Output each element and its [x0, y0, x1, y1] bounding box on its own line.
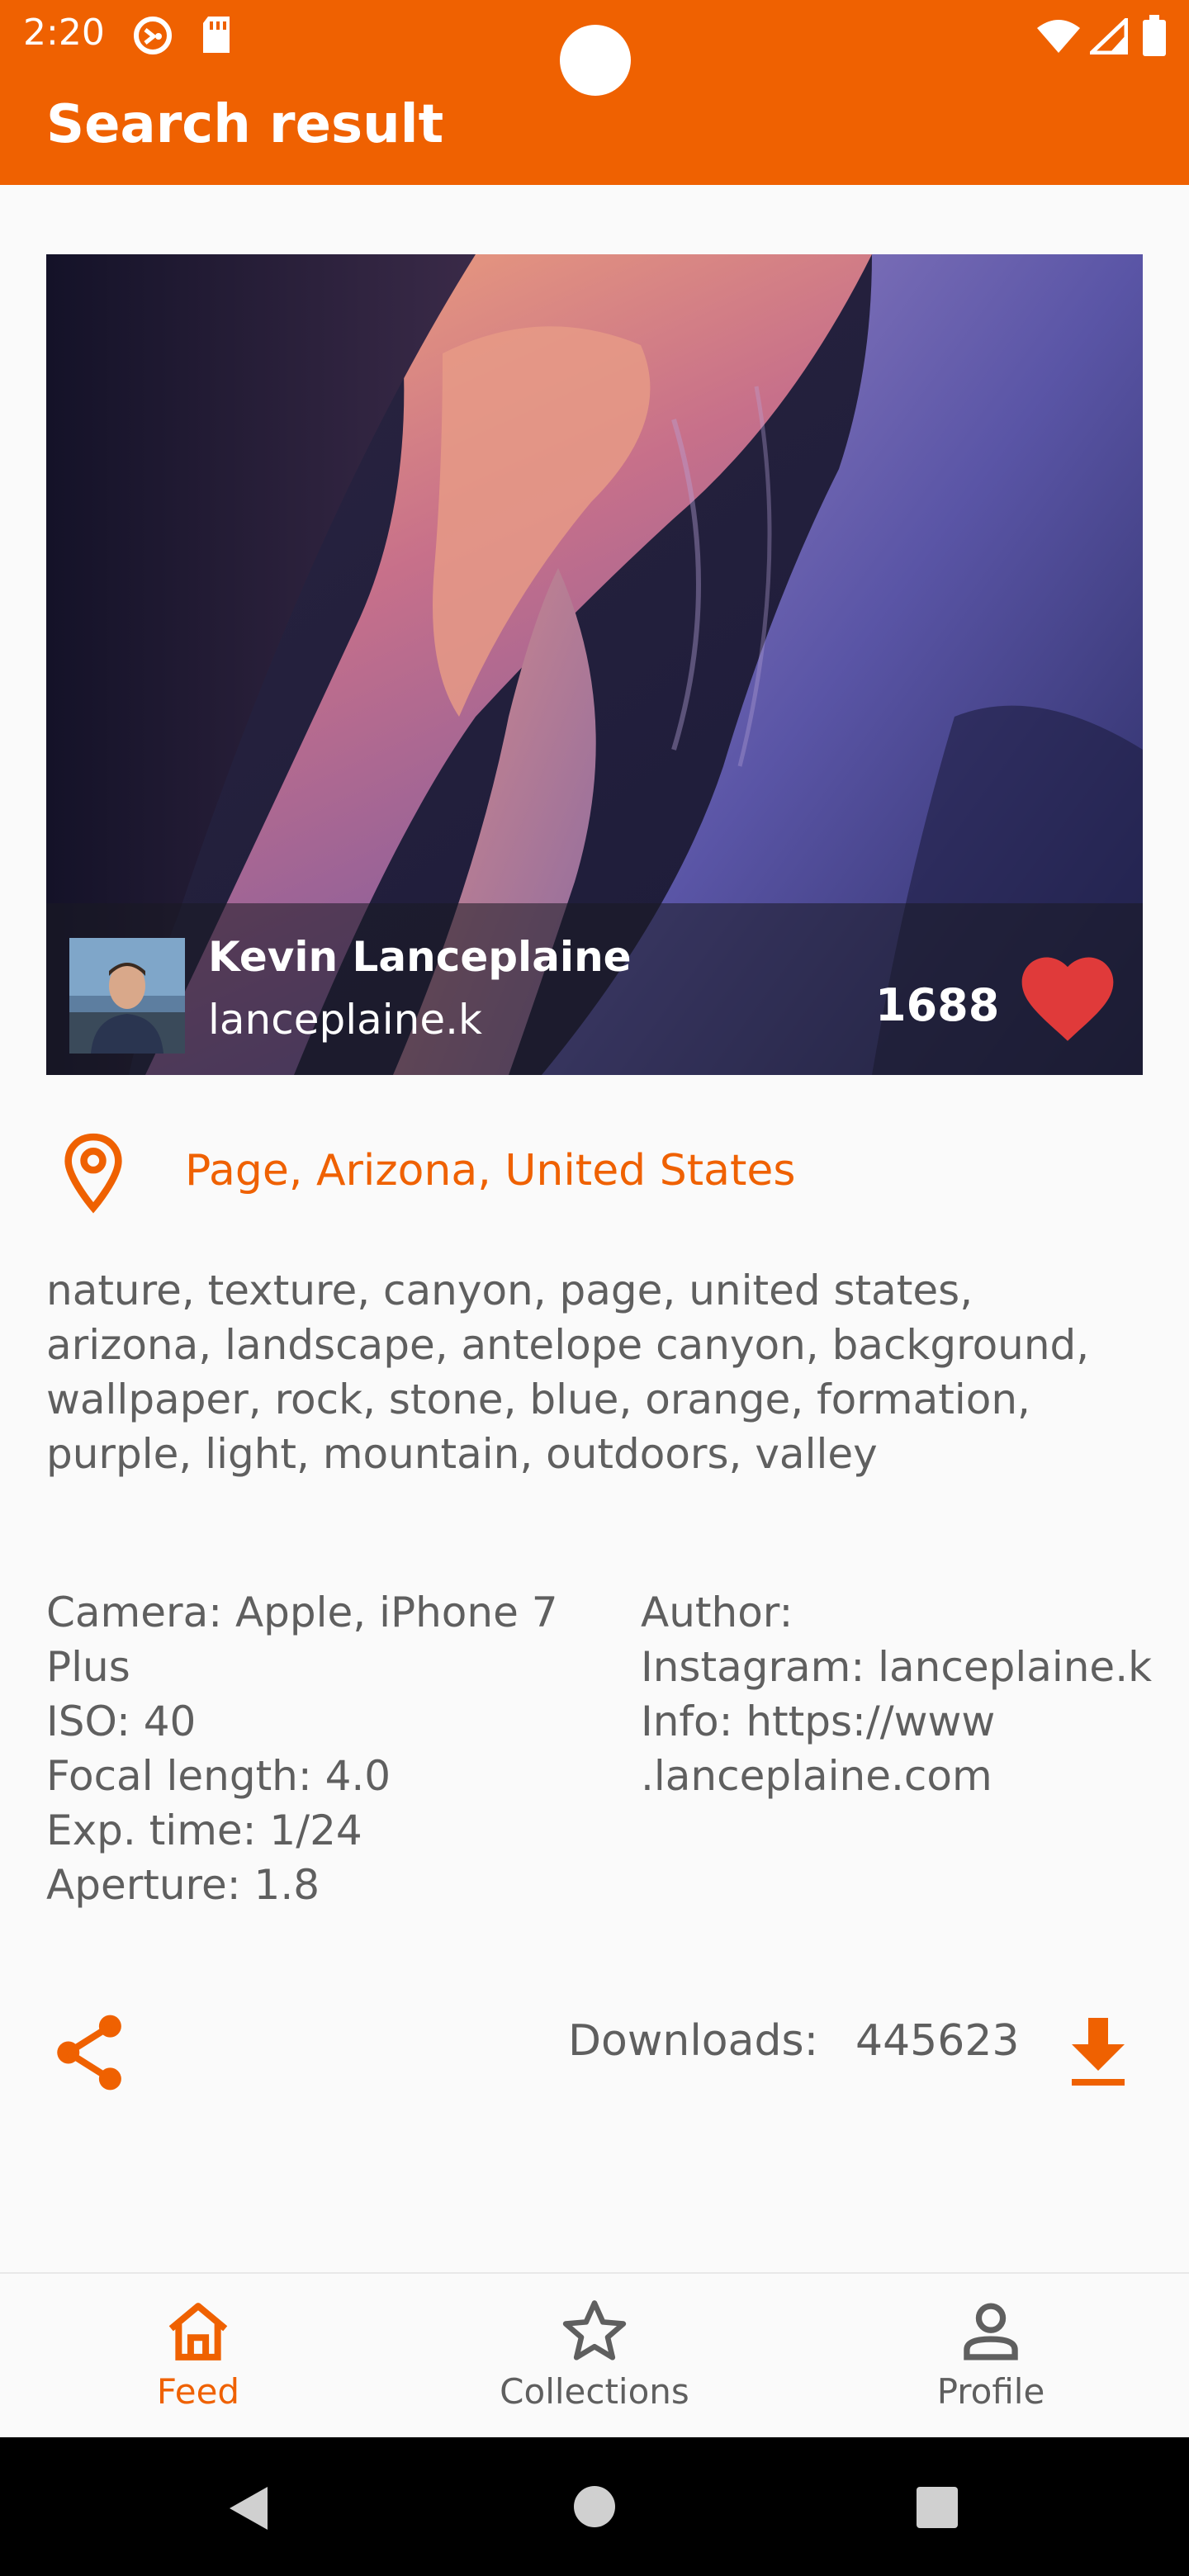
- home-icon: [168, 2303, 228, 2361]
- nav-feed[interactable]: Feed: [0, 2274, 396, 2436]
- tag[interactable]: background: [832, 1321, 1077, 1369]
- tag[interactable]: texture: [208, 1267, 358, 1314]
- tags-line-2: arizona, landscape, antelope canyon, bac…: [46, 1321, 1090, 1369]
- tag[interactable]: formation: [817, 1376, 1017, 1423]
- star-icon: [562, 2300, 627, 2361]
- tag[interactable]: antelope canyon: [462, 1321, 806, 1369]
- download-icon[interactable]: [1065, 2015, 1131, 2087]
- author-username[interactable]: lanceplaine.k: [208, 996, 482, 1044]
- bottom-navigation: Feed Collections Profile: [0, 2272, 1189, 2436]
- home-button-icon[interactable]: [573, 2485, 616, 2528]
- camera-cutout: [560, 25, 631, 96]
- focal-length-text: Focal length: 4.0: [46, 1752, 391, 1800]
- tag[interactable]: rock: [275, 1376, 363, 1423]
- author-info: Author: Instagram: lanceplaine.k Info: h…: [641, 1585, 1169, 1803]
- nav-label-feed: Feed: [156, 2371, 240, 2412]
- tag[interactable]: mountain: [323, 1430, 520, 1478]
- recents-icon[interactable]: [917, 2487, 958, 2528]
- tag[interactable]: valley: [755, 1430, 877, 1478]
- page-title: Search result: [46, 94, 444, 155]
- author-name[interactable]: Kevin Lanceplaine: [208, 933, 632, 981]
- tag[interactable]: stone: [389, 1376, 504, 1423]
- sd-card-icon: [200, 15, 233, 58]
- tag[interactable]: arizona: [46, 1321, 198, 1369]
- photo-card[interactable]: Kevin Lanceplaine lanceplaine.k 1688: [46, 254, 1143, 1075]
- instagram-text[interactable]: Instagram: lanceplaine.k: [641, 1640, 1169, 1694]
- tag[interactable]: landscape: [225, 1321, 435, 1369]
- location-text[interactable]: Page, Arizona, United States: [185, 1146, 795, 1196]
- tag[interactable]: outdoors: [546, 1430, 728, 1478]
- nav-profile[interactable]: Profile: [793, 2274, 1189, 2436]
- tags-line-4: purple, light, mountain, outdoors, valle…: [46, 1430, 878, 1478]
- app-bar: 2:20 Search result: [0, 0, 1189, 185]
- exif-info: Camera: Apple, iPhone 7 Plus ISO: 40 Foc…: [46, 1585, 575, 1912]
- share-icon[interactable]: [53, 2011, 127, 2094]
- likes-count: 1688: [875, 979, 1000, 1031]
- tag[interactable]: purple: [46, 1430, 178, 1478]
- tag[interactable]: light: [205, 1430, 296, 1478]
- nav-label-profile: Profile: [936, 2371, 1045, 2412]
- battery-icon: [1143, 15, 1166, 59]
- downloads-count: 445623: [855, 2016, 1020, 2066]
- tags-list: nature, texture, canyon, page, united st…: [46, 1263, 1144, 1481]
- signal-icon: [1086, 15, 1129, 58]
- avatar[interactable]: [69, 938, 185, 1054]
- status-time: 2:20: [23, 12, 105, 54]
- system-navigation-bar: [0, 2437, 1189, 2576]
- exposure-text: Exp. time: 1/24: [46, 1807, 362, 1854]
- heart-icon[interactable]: [1014, 949, 1121, 1045]
- tag[interactable]: canyon: [383, 1267, 533, 1314]
- tag[interactable]: page: [560, 1267, 663, 1314]
- tag[interactable]: united states: [689, 1267, 959, 1314]
- info-link-cont[interactable]: .lanceplaine.com: [641, 1749, 1169, 1803]
- nav-label-collections: Collections: [500, 2371, 689, 2412]
- camera-text-cont: Plus: [46, 1643, 130, 1691]
- camera-text: Camera: Apple, iPhone 7: [46, 1589, 558, 1636]
- tag[interactable]: orange: [645, 1376, 790, 1423]
- tag[interactable]: nature: [46, 1267, 182, 1314]
- tag[interactable]: blue: [529, 1376, 618, 1423]
- tags-line-1: nature, texture, canyon, page, united st…: [46, 1267, 973, 1314]
- info-link[interactable]: Info: https://www: [641, 1694, 1169, 1749]
- sync-icon: [132, 15, 173, 59]
- downloads-label: Downloads:: [568, 2016, 819, 2066]
- photo-info-overlay: Kevin Lanceplaine lanceplaine.k 1688: [46, 903, 1143, 1075]
- wifi-icon: [1035, 18, 1082, 58]
- nav-collections[interactable]: Collections: [396, 2274, 793, 2436]
- location-pin-icon: [64, 1133, 122, 1214]
- back-icon[interactable]: [223, 2484, 272, 2533]
- author-label: Author:: [641, 1589, 793, 1636]
- iso-text: ISO: 40: [46, 1698, 197, 1745]
- aperture-text: Aperture: 1.8: [46, 1861, 320, 1909]
- tag[interactable]: wallpaper: [46, 1376, 249, 1423]
- person-icon: [964, 2303, 1018, 2361]
- tags-line-3: wallpaper, rock, stone, blue, orange, fo…: [46, 1376, 1030, 1423]
